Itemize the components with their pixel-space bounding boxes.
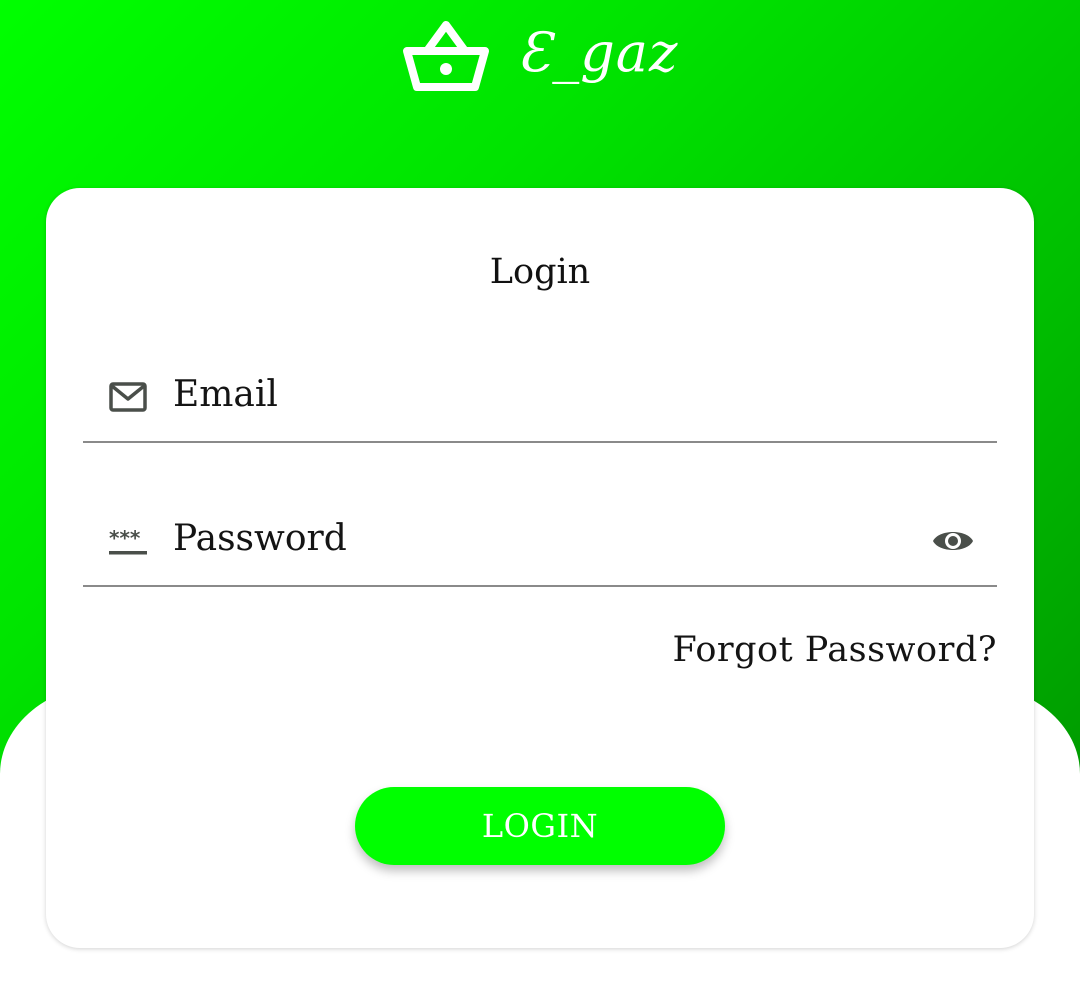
- forgot-password-link[interactable]: Forgot Password?: [672, 628, 997, 672]
- basket-icon: [402, 17, 490, 95]
- password-icon: ***: [108, 523, 148, 559]
- password-field[interactable]: *** Password: [83, 497, 997, 587]
- brand-name: Ɛ_gaz: [517, 20, 679, 84]
- email-placeholder: Email: [173, 374, 278, 415]
- mail-icon: [108, 379, 148, 415]
- login-title: Login: [489, 252, 591, 292]
- eye-icon[interactable]: [931, 523, 975, 559]
- login-button[interactable]: LOGIN: [355, 787, 725, 865]
- brand-logo: Ɛ_gaz: [0, 8, 1080, 103]
- email-field[interactable]: Email: [83, 353, 997, 443]
- svg-text:***: ***: [109, 526, 141, 550]
- password-placeholder: Password: [173, 518, 347, 559]
